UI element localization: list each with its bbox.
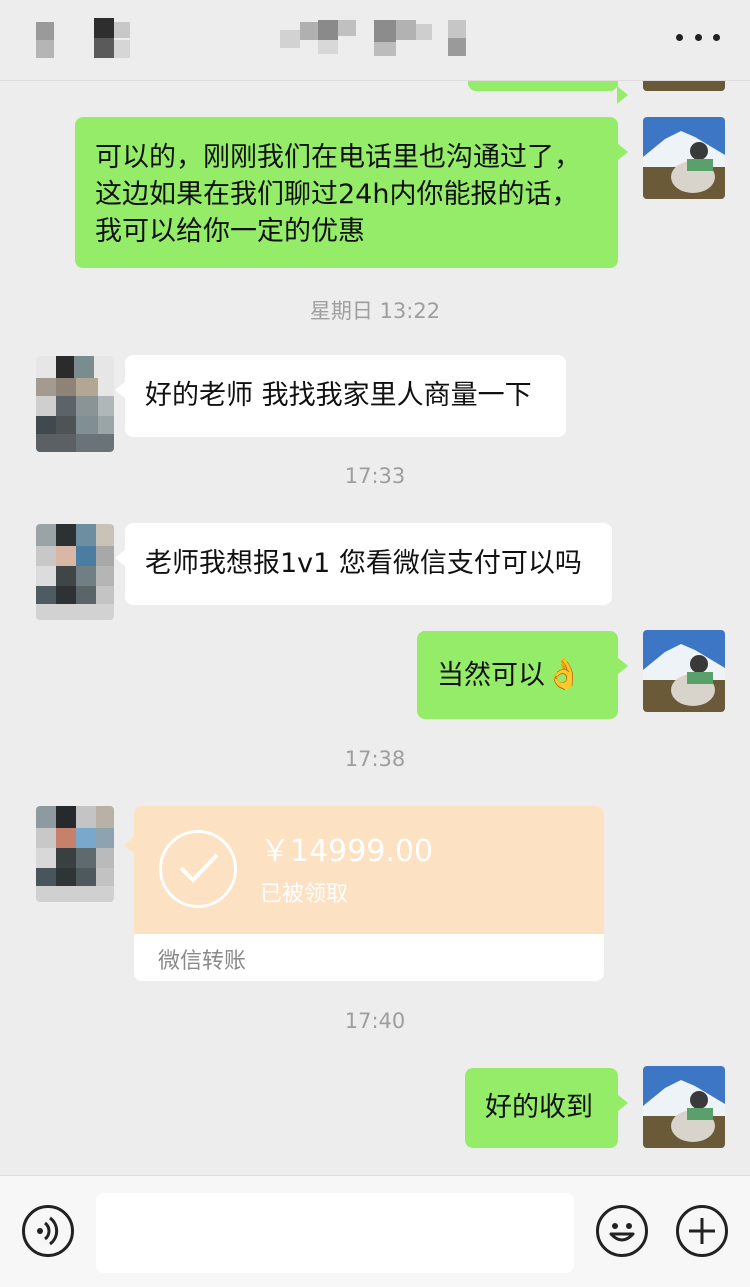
timestamp: 星期日 13:22 (309, 299, 441, 323)
contact-avatar[interactable] (36, 806, 114, 902)
transfer-card-top: ￥14999.00 已被领取 (134, 806, 604, 934)
check-circle-icon (159, 830, 237, 908)
message-text: 可以的，刚刚我们在电话里也沟通过了，这边如果在我们聊过24h内你能报的话，我可以… (95, 142, 581, 247)
more-dots-icon[interactable] (676, 22, 720, 52)
transfer-amount: ￥14999.00 (260, 834, 434, 869)
self-avatar[interactable] (643, 117, 725, 199)
timestamp: 17:40 (344, 1009, 406, 1033)
emoji-icon[interactable] (596, 1205, 648, 1257)
self-avatar[interactable] (643, 1066, 725, 1148)
timestamp: 17:38 (344, 747, 406, 771)
ok-hand-emoji-icon: 👌 (545, 657, 583, 692)
input-bar (0, 1175, 750, 1287)
transfer-label: 微信转账 (158, 949, 247, 974)
chat-area[interactable]: 可以的，刚刚我们在电话里也沟通过了，这边如果在我们聊过24h内你能报的话，我可以… (0, 0, 750, 1175)
message-input[interactable] (96, 1193, 574, 1273)
timestamp: 17:33 (344, 464, 406, 488)
message-bubble-incoming[interactable]: 老师我想报1v1 您看微信支付可以吗 (115, 523, 612, 605)
message-bubble-outgoing[interactable]: 当然可以👌 (417, 631, 628, 719)
message-bubble-outgoing[interactable]: 可以的，刚刚我们在电话里也沟通过了，这边如果在我们聊过24h内你能报的话，我可以… (75, 117, 628, 268)
transfer-status: 已被领取 (260, 882, 349, 907)
message-bubble-outgoing[interactable]: 好的收到 (465, 1068, 628, 1148)
message-text: 老师我想报1v1 您看微信支付可以吗 (145, 548, 582, 579)
message-text: 好的老师 我找我家里人商量一下 (145, 380, 532, 411)
contact-name-pixelated (280, 16, 492, 64)
plus-icon[interactable] (676, 1205, 728, 1257)
back-button-pixelated[interactable] (36, 18, 156, 66)
contact-avatar[interactable] (36, 356, 114, 452)
voice-icon[interactable] (22, 1205, 74, 1257)
message-text: 当然可以 (437, 660, 545, 691)
chat-header (0, 0, 750, 81)
transfer-card[interactable]: ￥14999.00 已被领取 微信转账 (134, 806, 604, 981)
message-bubble-incoming[interactable]: 好的老师 我找我家里人商量一下 (115, 355, 566, 437)
contact-avatar[interactable] (36, 524, 114, 620)
self-avatar[interactable] (643, 630, 725, 712)
message-text: 好的收到 (485, 1092, 593, 1123)
